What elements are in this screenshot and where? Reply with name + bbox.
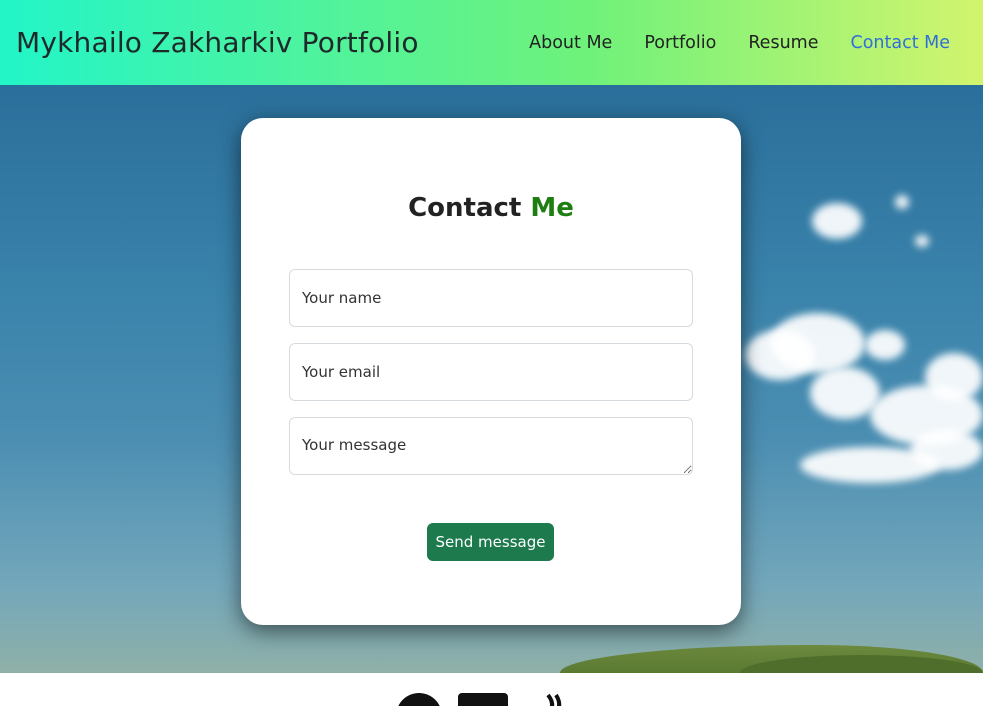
linkedin-icon[interactable]: [458, 693, 508, 706]
cloud: [770, 313, 865, 373]
cloud: [910, 430, 983, 470]
cloud: [865, 330, 905, 360]
navbar: Mykhailo Zakharkiv Portfolio About Me Po…: [0, 0, 983, 85]
contact-title: Contact Me: [241, 193, 741, 223]
brand-title[interactable]: Mykhailo Zakharkiv Portfolio: [16, 26, 419, 59]
github-icon[interactable]: [396, 693, 442, 706]
cloud: [925, 353, 983, 401]
send-message-button[interactable]: Send message: [427, 523, 554, 561]
nav-link-contact[interactable]: Contact Me: [850, 33, 950, 53]
cloud: [895, 195, 909, 209]
message-textarea[interactable]: [289, 417, 693, 475]
nav-link-about[interactable]: About Me: [529, 33, 612, 53]
nav-link-resume[interactable]: Resume: [748, 33, 818, 53]
feed-icon[interactable]: [540, 693, 570, 706]
footer: [0, 673, 983, 706]
name-input[interactable]: [289, 269, 693, 327]
cloud: [915, 235, 929, 247]
contact-title-accent: Me: [530, 193, 574, 223]
nav-link-portfolio[interactable]: Portfolio: [644, 33, 716, 53]
contact-title-prefix: Contact: [408, 193, 522, 223]
contact-card: Contact Me Send message: [241, 118, 741, 625]
cloud: [812, 203, 862, 239]
nav-links: About Me Portfolio Resume Contact Me: [497, 33, 950, 53]
email-input[interactable]: [289, 343, 693, 401]
